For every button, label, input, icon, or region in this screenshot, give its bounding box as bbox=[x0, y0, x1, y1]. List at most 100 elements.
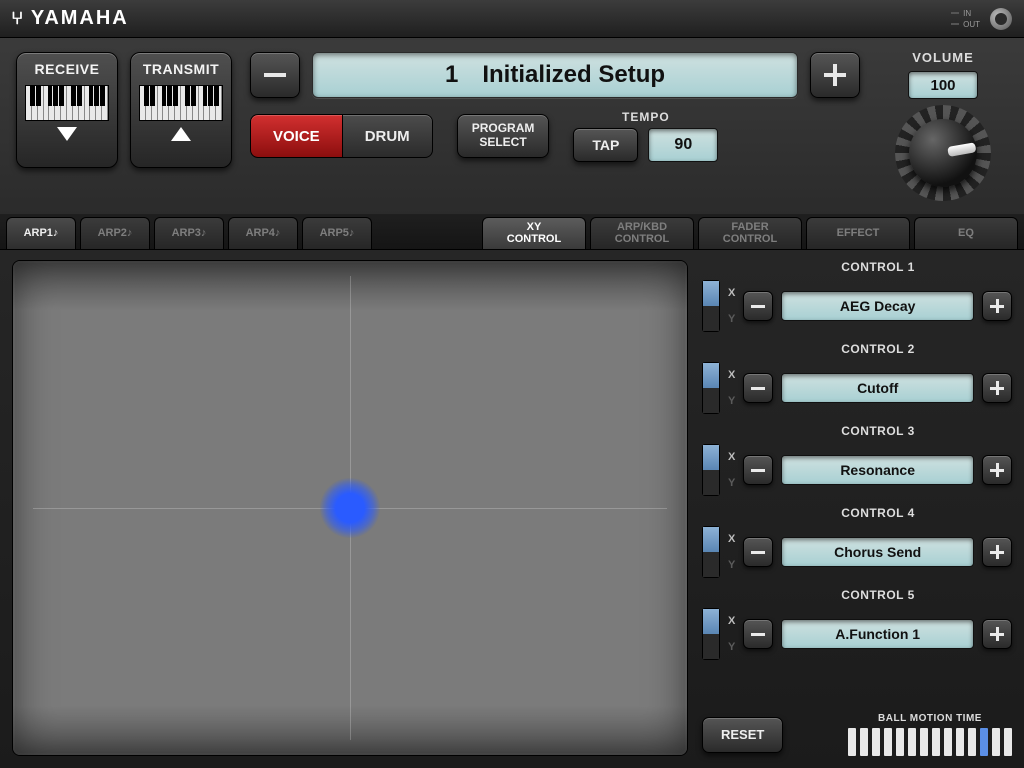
tab-arp3[interactable]: ARP3♪ bbox=[154, 217, 224, 249]
control-4-display[interactable]: Chorus Send bbox=[781, 537, 974, 567]
program-select-button[interactable]: PROGRAM SELECT bbox=[457, 114, 550, 158]
ball-motion-time-slider[interactable] bbox=[848, 728, 1012, 756]
ball-motion-bar bbox=[848, 728, 856, 756]
arrow-down-icon bbox=[57, 127, 77, 141]
control-5-prev-button[interactable] bbox=[743, 619, 773, 649]
control-2-axis-toggle[interactable] bbox=[702, 362, 720, 414]
control-3-display[interactable]: Resonance bbox=[781, 455, 974, 485]
transmit-button[interactable]: TRANSMIT bbox=[130, 52, 232, 168]
tab-arp1[interactable]: ARP1♪ bbox=[6, 217, 76, 249]
setup-next-button[interactable] bbox=[810, 52, 860, 98]
control-2-next-button[interactable] bbox=[982, 373, 1012, 403]
minus-icon bbox=[751, 387, 765, 390]
plus-icon bbox=[824, 73, 846, 77]
mode-voice-button[interactable]: VOICE bbox=[250, 114, 343, 158]
midi-in-indicator-icon bbox=[951, 12, 959, 14]
plus-icon bbox=[990, 633, 1004, 636]
tab-bar: ARP1♪ARP2♪ARP3♪ARP4♪ARP5♪ XYCONTROLARP/KB… bbox=[0, 214, 1024, 250]
transmit-label: TRANSMIT bbox=[143, 61, 219, 77]
ball-motion-bar bbox=[1004, 728, 1012, 756]
tab-arp-kbd-control[interactable]: ARP/KBDCONTROL bbox=[590, 217, 694, 249]
control-3: CONTROL 3XYResonance bbox=[702, 424, 1012, 496]
plus-icon bbox=[990, 387, 1004, 390]
ball-motion-bar bbox=[992, 728, 1000, 756]
ball-motion-bar bbox=[872, 728, 880, 756]
control-3-next-button[interactable] bbox=[982, 455, 1012, 485]
control-1-prev-button[interactable] bbox=[743, 291, 773, 321]
midi-in-label: IN bbox=[963, 9, 971, 18]
axis-labels: XY bbox=[728, 444, 735, 496]
ball-motion-bar bbox=[956, 728, 964, 756]
mode-drum-button[interactable]: DRUM bbox=[343, 114, 433, 158]
axis-labels: XY bbox=[728, 280, 735, 332]
volume-label: VOLUME bbox=[912, 50, 974, 65]
control-4-axis-toggle[interactable] bbox=[702, 526, 720, 578]
io-status: IN OUT bbox=[951, 8, 1012, 30]
control-4-next-button[interactable] bbox=[982, 537, 1012, 567]
mode-segmented: VOICE DRUM bbox=[250, 114, 433, 158]
volume-display: 100 bbox=[908, 71, 978, 99]
volume-knob[interactable] bbox=[895, 105, 991, 201]
control-1-axis-toggle[interactable] bbox=[702, 280, 720, 332]
control-5-next-button[interactable] bbox=[982, 619, 1012, 649]
tempo-tap-button[interactable]: TAP bbox=[573, 128, 638, 162]
control-4-prev-button[interactable] bbox=[743, 537, 773, 567]
control-1: CONTROL 1XYAEG Decay bbox=[702, 260, 1012, 332]
midi-out-label: OUT bbox=[963, 20, 980, 29]
ball-motion-time-label: BALL MOTION TIME bbox=[878, 713, 982, 724]
program-select-line2: SELECT bbox=[472, 136, 535, 150]
tab-fader-control[interactable]: FADERCONTROL bbox=[698, 217, 802, 249]
tempo-display[interactable]: 90 bbox=[648, 128, 718, 162]
tab-arp2[interactable]: ARP2♪ bbox=[80, 217, 150, 249]
program-select-line1: PROGRAM bbox=[472, 122, 535, 136]
tab-eq[interactable]: EQ bbox=[914, 217, 1018, 249]
tempo-label: TEMPO bbox=[622, 110, 670, 124]
control-5-axis-toggle[interactable] bbox=[702, 608, 720, 660]
tab-arp4[interactable]: ARP4♪ bbox=[228, 217, 298, 249]
keyboard-icon bbox=[139, 85, 223, 121]
tab-effect[interactable]: EFFECT bbox=[806, 217, 910, 249]
ball-motion-bar bbox=[920, 728, 928, 756]
minus-icon bbox=[264, 73, 286, 77]
xy-pad[interactable] bbox=[12, 260, 688, 756]
ball-motion-bar bbox=[932, 728, 940, 756]
minus-icon bbox=[751, 469, 765, 472]
control-2-prev-button[interactable] bbox=[743, 373, 773, 403]
ball-motion-bar bbox=[908, 728, 916, 756]
ball-motion-bar bbox=[944, 728, 952, 756]
control-3-prev-button[interactable] bbox=[743, 455, 773, 485]
receive-label: RECEIVE bbox=[35, 61, 100, 77]
control-5-title: CONTROL 5 bbox=[744, 588, 1012, 602]
plus-icon bbox=[990, 469, 1004, 472]
control-5-display[interactable]: A.Function 1 bbox=[781, 619, 974, 649]
setup-display[interactable]: 1 Initialized Setup bbox=[312, 52, 798, 98]
receive-button[interactable]: RECEIVE bbox=[16, 52, 118, 168]
keyboard-icon bbox=[25, 85, 109, 121]
settings-gear-icon[interactable] bbox=[990, 8, 1012, 30]
tab-arp5[interactable]: ARP5♪ bbox=[302, 217, 372, 249]
control-2-display[interactable]: Cutoff bbox=[781, 373, 974, 403]
ball-motion-time: BALL MOTION TIME bbox=[848, 713, 1012, 756]
control-1-display[interactable]: AEG Decay bbox=[781, 291, 974, 321]
control-2-title: CONTROL 2 bbox=[744, 342, 1012, 356]
reset-button[interactable]: RESET bbox=[702, 717, 783, 753]
axis-labels: XY bbox=[728, 362, 735, 414]
control-5: CONTROL 5 XY A.Function 1 bbox=[702, 588, 1012, 660]
control-1-next-button[interactable] bbox=[982, 291, 1012, 321]
control-4-title: CONTROL 4 bbox=[744, 506, 1012, 520]
control-3-axis-toggle[interactable] bbox=[702, 444, 720, 496]
tab-xy-control[interactable]: XYCONTROL bbox=[482, 217, 586, 249]
brand-logo: ⑂ YAMAHA bbox=[12, 7, 129, 30]
xy-ball[interactable] bbox=[320, 478, 380, 538]
setup-prev-button[interactable] bbox=[250, 52, 300, 98]
ball-motion-bar bbox=[896, 728, 904, 756]
minus-icon bbox=[751, 551, 765, 554]
minus-icon bbox=[751, 305, 765, 308]
axis-labels: XY bbox=[728, 608, 735, 660]
control-assign-panel: CONTROL 1XYAEG DecayCONTROL 2XYCutoffCON… bbox=[702, 260, 1012, 756]
ball-motion-bar bbox=[884, 728, 892, 756]
ball-motion-bar bbox=[980, 728, 988, 756]
midi-out-indicator-icon bbox=[951, 23, 959, 25]
axis-labels: XY bbox=[728, 526, 735, 578]
brand-tuningfork-icon: ⑂ bbox=[11, 8, 26, 29]
